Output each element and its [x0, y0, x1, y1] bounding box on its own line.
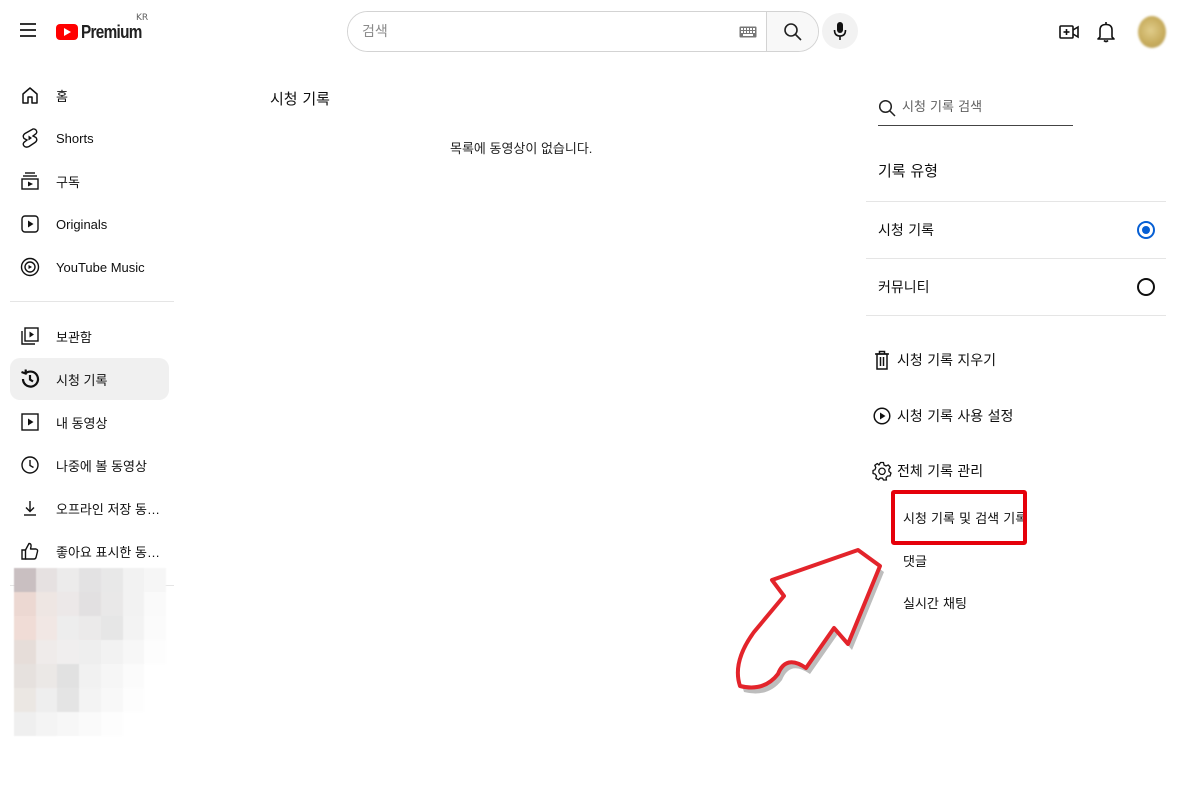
sidebar-divider — [10, 301, 174, 302]
sidebar-item-downloads[interactable]: 오프라인 저장 동영... — [10, 487, 169, 529]
radio-unselected[interactable] — [1137, 278, 1155, 296]
shorts-icon — [19, 127, 41, 149]
logo-text: Premium — [81, 21, 142, 42]
sidebar-item-youtube-music[interactable]: YouTube Music — [10, 246, 169, 288]
sidebar-item-label: Shorts — [56, 130, 94, 146]
youtube-play-icon — [56, 24, 78, 40]
history-type-community[interactable]: 커뮤니티 — [866, 259, 1166, 315]
sidebar-item-label: 오프라인 저장 동영... — [56, 501, 168, 517]
sidebar-item-shorts[interactable]: Shorts — [10, 117, 169, 159]
sidebar-item-my-videos[interactable]: 내 동영상 — [10, 401, 169, 443]
search-icon — [783, 22, 802, 41]
sidebar-item-library[interactable]: 보관함 — [10, 315, 169, 357]
youtube-premium-logo[interactable]: Premium KR — [56, 13, 152, 44]
create-video-icon[interactable] — [1057, 20, 1081, 44]
notifications-bell-icon[interactable] — [1094, 20, 1118, 44]
sidebar-item-label: Originals — [56, 216, 108, 232]
search-button[interactable] — [766, 12, 818, 51]
watch-later-icon — [19, 454, 41, 476]
sidebar-item-label: 좋아요 표시한 동영... — [56, 544, 168, 560]
hamburger-menu-icon[interactable] — [16, 18, 40, 42]
sidebar-item-label: 나중에 볼 동영상 — [56, 458, 147, 474]
sidebar-item-label: 보관함 — [56, 329, 92, 345]
search-icon — [878, 99, 896, 117]
download-icon — [19, 497, 41, 519]
live-chat-link[interactable]: 실시간 채팅 — [903, 593, 967, 612]
avatar[interactable] — [1138, 16, 1166, 48]
page-title: 시청 기록 — [270, 90, 330, 108]
history-search-input[interactable] — [902, 100, 1072, 115]
voice-search-button[interactable] — [822, 13, 858, 49]
sidebar-item-label: YouTube Music — [56, 259, 145, 275]
manage-all-history-button[interactable]: 전체 기록 관리 — [872, 458, 983, 484]
logo-region-code: KR — [136, 13, 149, 23]
highlight-annotation-box — [891, 490, 1027, 545]
sidebar-item-originals[interactable]: Originals — [10, 203, 169, 245]
radio-selected[interactable] — [1137, 221, 1155, 239]
history-search-field — [878, 90, 1073, 126]
empty-list-message: 목록에 동영상이 없습니다. — [450, 141, 593, 156]
blurred-subscription-avatars — [14, 568, 166, 736]
like-icon — [19, 540, 41, 562]
originals-icon — [19, 213, 41, 235]
sidebar-item-label: 홈 — [56, 88, 68, 104]
library-icon — [19, 325, 41, 347]
microphone-icon — [833, 22, 847, 40]
history-type-label: 시청 기록 — [878, 223, 934, 239]
action-label: 시청 기록 지우기 — [897, 353, 997, 369]
music-icon — [19, 256, 41, 278]
history-setting-button[interactable]: 시청 기록 사용 설정 — [872, 403, 1013, 429]
history-type-watch[interactable]: 시청 기록 — [866, 202, 1166, 258]
history-type-heading: 기록 유형 — [878, 162, 938, 180]
keyboard-icon[interactable] — [730, 12, 766, 51]
pointer-arrow-annotation — [735, 548, 884, 694]
search-bar — [347, 11, 819, 52]
trash-icon — [872, 350, 892, 370]
gear-icon — [872, 461, 892, 481]
action-label: 전체 기록 관리 — [897, 464, 984, 480]
search-input[interactable] — [348, 12, 730, 51]
action-label: 시청 기록 사용 설정 — [897, 409, 1014, 425]
comments-link[interactable]: 댓글 — [903, 551, 927, 570]
clear-history-button[interactable]: 시청 기록 지우기 — [872, 347, 996, 373]
home-icon — [19, 84, 41, 106]
sidebar-item-label: 시청 기록 — [56, 372, 108, 388]
top-header: Premium KR — [0, 0, 1200, 64]
sidebar-item-label: 내 동영상 — [56, 415, 108, 431]
subscriptions-icon — [19, 170, 41, 192]
sidebar-item-watch-later[interactable]: 나중에 볼 동영상 — [10, 444, 169, 486]
sidebar-item-liked-videos[interactable]: 좋아요 표시한 동영... — [10, 530, 169, 572]
history-type-label: 커뮤니티 — [878, 280, 930, 296]
sidebar-item-subscriptions[interactable]: 구독 — [10, 160, 169, 202]
my-videos-icon — [19, 411, 41, 433]
history-icon — [19, 368, 41, 390]
panel-divider — [866, 315, 1166, 316]
play-circle-icon — [872, 406, 892, 426]
sidebar-item-history[interactable]: 시청 기록 — [10, 358, 169, 400]
sidebar-item-label: 구독 — [56, 174, 80, 190]
sidebar-item-home[interactable]: 홈 — [10, 74, 169, 116]
